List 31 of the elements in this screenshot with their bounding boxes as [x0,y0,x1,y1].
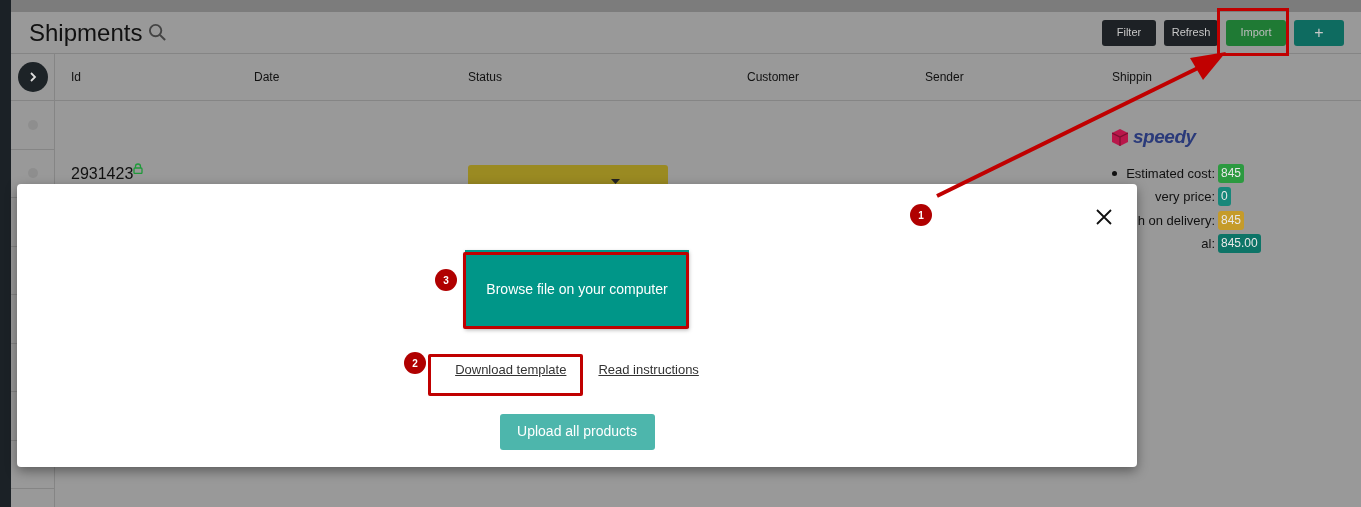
cost-badge: 845.00 [1218,234,1261,254]
column-header: Sender [925,69,964,86]
toolbar-button[interactable]: Filter [1102,19,1156,46]
dialog-link[interactable]: Read instructions [598,360,699,380]
column-header: Shippin [1112,69,1153,86]
toolbar-button[interactable]: Refresh [1164,19,1218,46]
chevron-right-icon [27,72,38,82]
column-header: Customer [747,69,799,86]
cost-label: Estimated cost: [1126,164,1215,183]
cost-label: h on delivery: [1137,211,1215,230]
close-icon[interactable] [1096,209,1112,225]
cost-label: al: [1201,235,1215,253]
bullet-icon [1112,170,1118,176]
highlight-frame [1217,8,1289,56]
column-header: Date [254,69,280,86]
cube-icon [1112,128,1128,146]
courier-logo: speedy [1133,125,1196,149]
shipment-id: 2931423 [71,164,134,184]
browse-file-button[interactable]: Browse file on your computer [465,250,689,328]
dialog-link[interactable]: Download template [455,360,567,380]
cost-badge: 845 [1218,163,1245,183]
cost-badge: 0 [1218,187,1231,207]
lock-icon [133,163,144,174]
toolbar-button[interactable]: + [1294,19,1344,46]
column-header: Status [468,69,503,86]
cost-badge: 845 [1218,210,1245,230]
column-header: Id [71,69,81,86]
expand-button[interactable] [17,62,48,92]
page-title: Shipments [29,17,143,48]
search-icon[interactable] [148,23,168,42]
cost-label: very price: [1155,188,1215,206]
